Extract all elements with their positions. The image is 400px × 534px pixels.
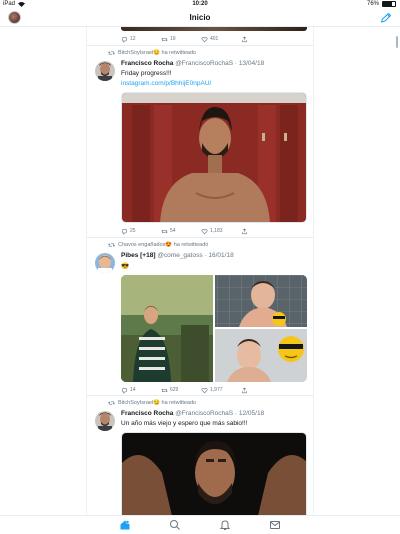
notifications-icon[interactable] [219, 519, 231, 531]
tweet-link[interactable]: instagram.com/p/BhhijE0npAU/ [121, 80, 211, 87]
author-name[interactable]: Francisco Rocha [121, 60, 173, 67]
tweet-actions: 14 629 1,977 [121, 386, 307, 394]
retweet-context: BitchSoyIsrael😏 ha retwitteado [108, 50, 196, 56]
tweet[interactable]: Chavos engañados😍 ha retwitteado Pibes [… [87, 237, 313, 395]
heart-icon [201, 387, 208, 393]
author-name[interactable]: Pibes [+18] [121, 252, 156, 259]
top-navigation: Inicio [0, 9, 400, 27]
status-time: 10:20 [192, 1, 208, 7]
tweet-actions: 25 54 1,183 [121, 227, 307, 235]
tweet-text: 😎 [121, 263, 130, 270]
avatar-image [95, 253, 115, 273]
tweet-text: Un año más viejo y espero que más sabio!… [121, 420, 248, 427]
like-button[interactable]: 401 [201, 35, 241, 43]
retweeted-by: BitchSoyIsrael😏 ha retwitteado [118, 50, 197, 56]
author-handle[interactable]: @come_gatoss [157, 252, 202, 259]
selfie-photo-bottom[interactable] [215, 329, 307, 382]
avatar[interactable] [95, 61, 115, 81]
retweet-count: 19 [170, 36, 176, 42]
share-button[interactable] [241, 227, 281, 235]
retweet-context: BitchSoyIsrael😏 ha retwitteado [108, 400, 196, 406]
retweet-icon [108, 51, 115, 55]
selfie-photo-top[interactable] [215, 275, 307, 327]
author-name[interactable]: Francisco Rocha [121, 410, 173, 417]
avatar-image [95, 411, 115, 431]
like-button[interactable]: 1,183 [201, 227, 241, 235]
previous-tweet-media[interactable] [121, 27, 307, 31]
author-handle[interactable]: @FranciscoRochaS [175, 410, 233, 417]
retweet-icon [108, 243, 115, 247]
reply-count: 14 [130, 387, 136, 393]
share-icon [242, 227, 247, 234]
soccer-photo[interactable] [121, 275, 213, 382]
tweet-date: · 16/01/18 [204, 252, 234, 259]
reply-button[interactable]: 12 [121, 35, 161, 43]
share-icon [242, 35, 247, 42]
avatar[interactable] [95, 411, 115, 431]
messages-icon[interactable] [269, 519, 281, 531]
reply-count: 12 [130, 36, 136, 42]
reply-icon [121, 387, 128, 394]
avatar[interactable] [95, 253, 115, 273]
like-button[interactable]: 1,977 [201, 386, 241, 394]
heart-icon [201, 228, 208, 234]
home-icon[interactable] [119, 519, 131, 531]
retweet-count: 54 [170, 228, 176, 234]
bottom-tab-bar [0, 515, 400, 534]
scroll-indicator[interactable] [396, 36, 398, 48]
page-title: Inicio [189, 13, 211, 22]
retweet-button[interactable]: 629 [161, 386, 201, 394]
like-count: 401 [210, 36, 219, 42]
retweeted-by: BitchSoyIsrael😏 ha retwitteado [118, 400, 197, 406]
reply-button[interactable]: 14 [121, 386, 161, 394]
retweet-button[interactable]: 19 [161, 35, 201, 43]
battery-icon [382, 1, 396, 7]
retweet-icon [108, 401, 115, 405]
tweet[interactable]: BitchSoyIsrael😏 ha retwitteado Francisco… [87, 395, 313, 515]
tweet-text: Friday progress!!! [121, 70, 172, 77]
retweeted-by: Chavos engañados😍 ha retwitteado [118, 242, 209, 248]
retweet-icon [161, 229, 168, 233]
tweet-date: · 12/05/18 [234, 410, 265, 417]
retweet-button[interactable]: 54 [161, 227, 201, 235]
retweet-icon [161, 388, 168, 392]
tweet-photo[interactable] [121, 92, 307, 223]
search-icon[interactable] [169, 519, 181, 531]
retweet-context: Chavos engañados😍 ha retwitteado [108, 242, 208, 248]
author-handle[interactable]: @FranciscoRochaS [175, 60, 233, 67]
gym-photo [122, 93, 306, 222]
tweet-photo-grid [121, 275, 307, 382]
share-button[interactable] [241, 386, 281, 394]
timeline-feed[interactable]: 12 19 401 BitchSoyIsrael😏 ha retwitteado [86, 27, 314, 515]
reply-button[interactable]: 25 [121, 227, 161, 235]
tweet-header: Francisco Rocha @FranciscoRochaS · 13/04… [121, 60, 264, 67]
tweet-header: Francisco Rocha @FranciscoRochaS · 12/05… [121, 410, 264, 417]
tweet-date: · 13/04/18 [234, 60, 265, 67]
battery-percent: 76% [366, 1, 379, 7]
photo-grid [121, 275, 307, 382]
share-button[interactable] [241, 35, 281, 43]
reply-icon [121, 228, 128, 235]
reply-icon [121, 36, 128, 43]
tweet-header: Pibes [+18] @come_gatoss · 16/01/18 [121, 252, 234, 259]
previous-tweet-actions: 12 19 401 [121, 35, 307, 43]
heart-icon [201, 36, 208, 42]
compose-tweet-icon[interactable] [380, 12, 392, 24]
portrait-photo [122, 433, 306, 515]
retweet-icon [161, 37, 168, 41]
avatar-image [95, 61, 115, 81]
status-right: 76% [367, 1, 396, 7]
tweet[interactable]: BitchSoyIsrael😏 ha retwitteado Francisco… [87, 45, 313, 237]
tweet-photo[interactable] [121, 432, 307, 515]
like-count: 1,183 [210, 228, 223, 234]
battery-fill [383, 2, 393, 6]
reply-count: 25 [130, 228, 136, 234]
retweet-count: 629 [170, 387, 179, 393]
like-count: 1,977 [210, 387, 223, 393]
share-icon [242, 386, 247, 393]
status-bar: iPad 10:20 76% [0, 0, 400, 9]
